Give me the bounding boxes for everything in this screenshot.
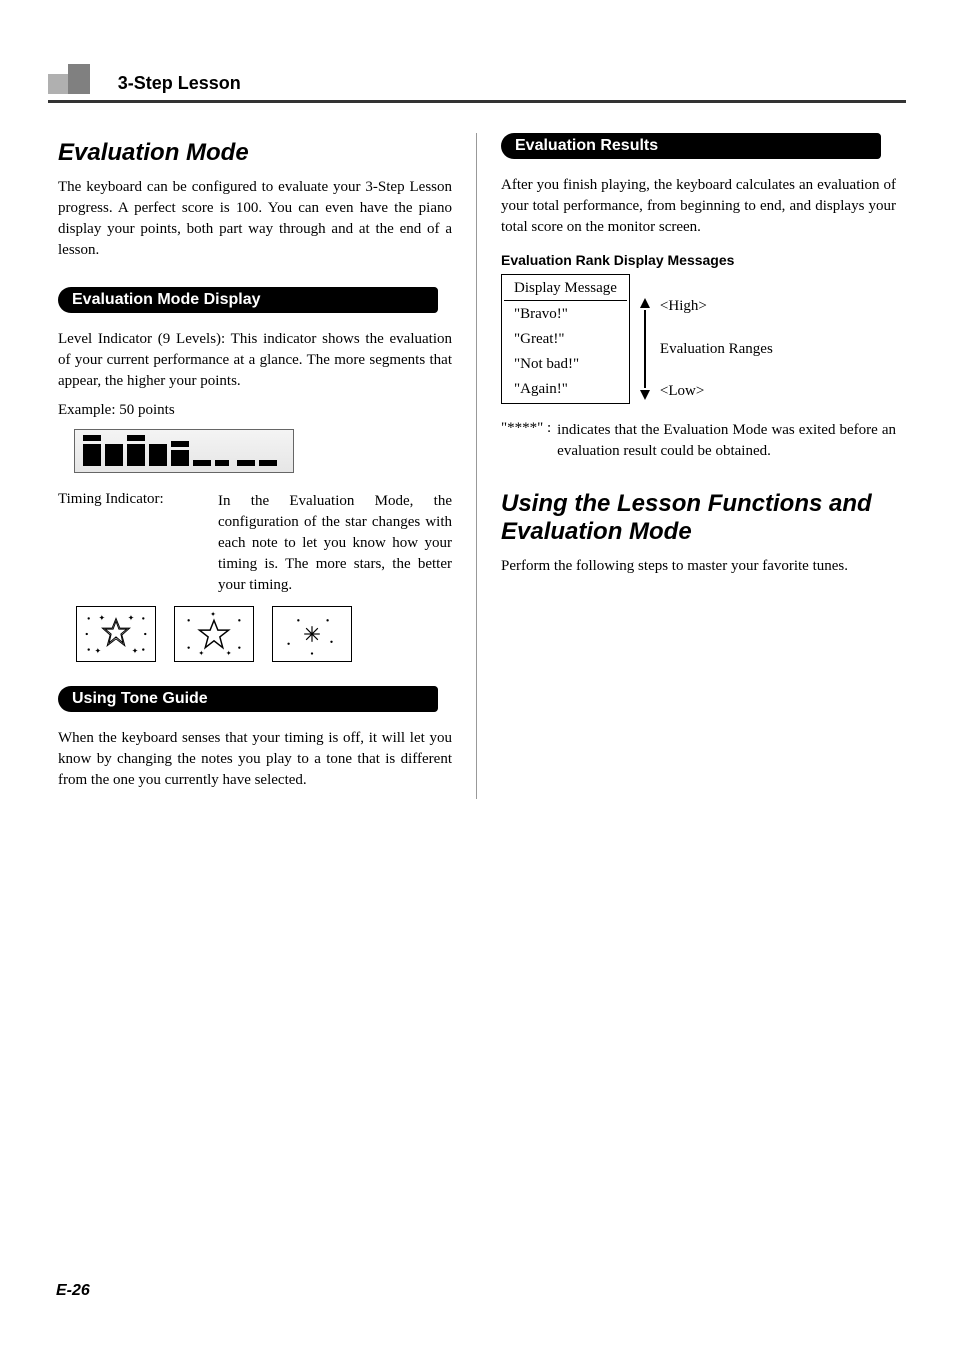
range-arrow-icon <box>640 274 650 404</box>
star-box-outline: ✦ ✦ ✦ <box>174 606 254 662</box>
right-column: Evaluation Results After you finish play… <box>477 133 906 799</box>
level-indicator-graphic <box>74 429 294 473</box>
range-low-label: <Low> <box>660 383 773 400</box>
lesson-functions-paragraph: Perform the following steps to master yo… <box>501 556 896 577</box>
star-box-full: ✦ ✦ ✦ ✦ <box>76 606 156 662</box>
left-column: Evaluation Mode The keyboard can be conf… <box>48 133 477 799</box>
svg-text:✦: ✦ <box>210 610 216 618</box>
asterisk-note: "****" : indicates that the Evaluation M… <box>501 420 896 462</box>
svg-text:✦: ✦ <box>95 647 102 656</box>
asterisk-note-text: indicates that the Evaluation Mode was e… <box>557 420 896 462</box>
subhead-eval-mode-display: Evaluation Mode Display <box>58 287 438 313</box>
range-mid-label: Evaluation Ranges <box>660 341 773 358</box>
chapter-title: 3-Step Lesson <box>118 73 241 94</box>
content-columns: Evaluation Mode The keyboard can be conf… <box>48 133 906 799</box>
svg-text:✦: ✦ <box>128 613 135 622</box>
rank-display-block: Display Message "Bravo!" "Great!" "Not b… <box>501 274 896 404</box>
timing-indicator-def: Timing Indicator: In the Evaluation Mode… <box>58 491 452 596</box>
subhead-using-tone-guide: Using Tone Guide <box>58 686 438 712</box>
rank-display-heading: Evaluation Rank Display Messages <box>501 252 896 268</box>
timing-indicator-desc: In the Evaluation Mode, the configuratio… <box>218 491 452 596</box>
section-title-lesson-functions: Using the Lesson Functions and Evaluatio… <box>501 490 896 546</box>
svg-text:✦: ✦ <box>98 613 105 622</box>
page-header: 3-Step Lesson <box>48 64 906 94</box>
svg-text:✦: ✦ <box>198 649 204 657</box>
rank-table-header: Display Message <box>504 277 627 301</box>
intro-paragraph: The keyboard can be configured to evalua… <box>58 177 452 261</box>
subhead-evaluation-results: Evaluation Results <box>501 133 881 159</box>
results-intro-paragraph: After you finish playing, the keyboard c… <box>501 175 896 238</box>
rank-row: "Not bad!" <box>504 353 627 376</box>
svg-text:✦: ✦ <box>226 649 232 657</box>
asterisk-note-label: "****" : <box>501 420 551 462</box>
rank-table: Display Message "Bravo!" "Great!" "Not b… <box>501 274 630 404</box>
svg-text:✦: ✦ <box>132 647 139 656</box>
header-rule <box>48 100 906 103</box>
header-tab-icon <box>48 64 108 94</box>
range-high-label: <High> <box>660 298 773 315</box>
rank-row: "Again!" <box>504 378 627 401</box>
timing-indicator-term: Timing Indicator: <box>58 491 218 596</box>
star-box-sparkle <box>272 606 352 662</box>
section-title-evaluation-mode: Evaluation Mode <box>58 139 452 167</box>
page-number: E-26 <box>56 1282 90 1300</box>
tone-guide-paragraph: When the keyboard senses that your timin… <box>58 728 452 791</box>
rank-row: "Bravo!" <box>504 303 627 326</box>
star-indicator-row: ✦✦ ✦✦ ✦ ✦ ✦ <box>76 606 452 662</box>
example-label: Example: 50 points <box>58 400 452 421</box>
level-indicator-desc: Level Indicator (9 Levels): This indicat… <box>58 329 452 392</box>
rank-row: "Great!" <box>504 328 627 351</box>
range-labels: <High> Evaluation Ranges <Low> <box>660 274 773 404</box>
page: 3-Step Lesson Evaluation Mode The keyboa… <box>0 0 954 839</box>
